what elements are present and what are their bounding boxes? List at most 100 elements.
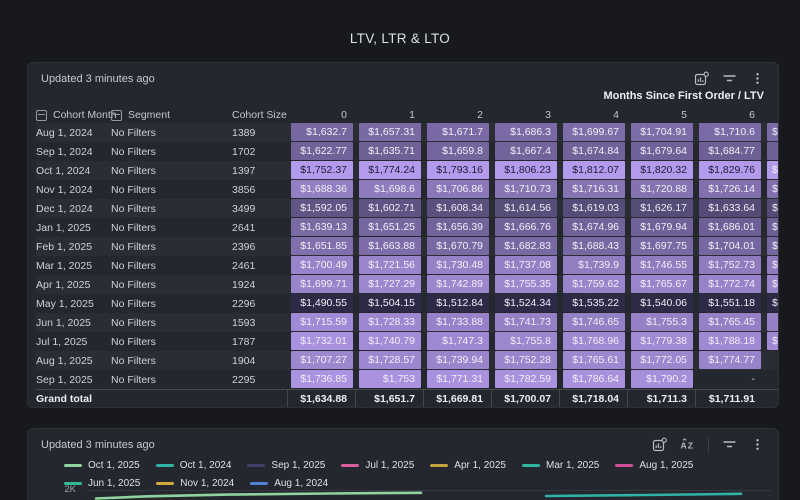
value-cell[interactable]: $1,592.05	[291, 199, 353, 217]
value-cell-clipped[interactable]: $	[767, 161, 779, 179]
value-cell[interactable]: $1,656.39	[427, 218, 489, 236]
value-cell[interactable]: $1,700.49	[291, 256, 353, 274]
value-cell[interactable]: $1,698.6	[359, 180, 421, 198]
value-cell[interactable]: $1,710.6	[699, 123, 761, 141]
value-cell[interactable]: $1,663.88	[359, 237, 421, 255]
value-cell[interactable]: $1,535.22	[563, 294, 625, 312]
value-cell-clipped[interactable]: $	[767, 256, 779, 274]
legend-item[interactable]: Oct 1, 2024	[156, 458, 232, 472]
value-cell[interactable]: $1,710.73	[495, 180, 557, 198]
value-cell[interactable]: $1,679.64	[631, 142, 693, 160]
value-cell[interactable]: $1,706.86	[427, 180, 489, 198]
value-cell[interactable]: $1,639.13	[291, 218, 353, 236]
value-cell-clipped[interactable]: $	[767, 332, 779, 350]
kebab-menu-icon[interactable]	[750, 71, 765, 86]
legend-item[interactable]: Sep 1, 2025	[247, 458, 325, 472]
legend-item[interactable]: Aug 1, 2024	[250, 476, 328, 490]
value-cell[interactable]: $1,633.64	[699, 199, 761, 217]
value-cell[interactable]: $1,774.77	[699, 351, 761, 369]
value-cell[interactable]: $1,619.03	[563, 199, 625, 217]
value-cell[interactable]: $1,755.35	[495, 275, 557, 293]
value-cell[interactable]: $1,752.28	[495, 351, 557, 369]
value-cell[interactable]: $1,686.3	[495, 123, 557, 141]
value-cell[interactable]: $1,733.88	[427, 313, 489, 331]
filter-icon[interactable]	[722, 71, 737, 86]
value-cell[interactable]: $1,490.55	[291, 294, 353, 312]
value-cell[interactable]: $1,752.73	[699, 256, 761, 274]
collapse-cohort-month-button[interactable]	[36, 110, 47, 121]
chart-icon[interactable]	[652, 437, 667, 452]
value-cell[interactable]: $1,707.27	[291, 351, 353, 369]
value-cell[interactable]: $1,752.37	[291, 161, 353, 179]
legend-item[interactable]: Jul 1, 2025	[341, 458, 414, 472]
value-cell[interactable]: $1,671.7	[427, 123, 489, 141]
value-cell[interactable]: $1,740.79	[359, 332, 421, 350]
chart-icon[interactable]	[694, 71, 709, 86]
legend-item[interactable]: Mar 1, 2025	[522, 458, 599, 472]
value-cell[interactable]: $1,829.76	[699, 161, 761, 179]
value-cell[interactable]: $1,768.96	[563, 332, 625, 350]
value-cell[interactable]: $1,730.48	[427, 256, 489, 274]
value-cell[interactable]: $1,746.65	[563, 313, 625, 331]
legend-item[interactable]: Aug 1, 2025	[615, 458, 693, 472]
value-cell[interactable]: $1,699.71	[291, 275, 353, 293]
value-cell[interactable]: $1,765.61	[563, 351, 625, 369]
value-cell[interactable]: $1,684.77	[699, 142, 761, 160]
legend-item[interactable]: Apr 1, 2025	[430, 458, 506, 472]
value-cell[interactable]: $1,716.31	[563, 180, 625, 198]
sort-az-icon[interactable]: A Z	[680, 437, 695, 452]
value-cell[interactable]: $1,782.59	[495, 370, 557, 388]
value-cell[interactable]: $1,632.7	[291, 123, 353, 141]
value-cell[interactable]: $1,667.4	[495, 142, 557, 160]
value-cell-clipped[interactable]: $	[767, 275, 779, 293]
value-cell[interactable]: $1,686.01	[699, 218, 761, 236]
value-cell[interactable]: $1,608.34	[427, 199, 489, 217]
value-cell-clipped[interactable]: $	[767, 180, 779, 198]
value-cell-clipped[interactable]	[767, 313, 779, 331]
value-cell[interactable]: $1,626.17	[631, 199, 693, 217]
value-cell[interactable]: $1,674.84	[563, 142, 625, 160]
value-cell[interactable]: $1,728.57	[359, 351, 421, 369]
value-cell[interactable]: $1,755.8	[495, 332, 557, 350]
value-cell[interactable]: $1,551.18	[699, 294, 761, 312]
value-cell[interactable]: $1,788.18	[699, 332, 761, 350]
value-cell[interactable]: $1,793.16	[427, 161, 489, 179]
value-cell[interactable]: $1,699.67	[563, 123, 625, 141]
value-cell[interactable]: $1,786.64	[563, 370, 625, 388]
value-cell[interactable]: $1,736.85	[291, 370, 353, 388]
value-cell[interactable]: $1,688.36	[291, 180, 353, 198]
value-cell[interactable]: $1,747.3	[427, 332, 489, 350]
collapse-segment-button[interactable]	[111, 110, 122, 121]
value-cell[interactable]: $1,765.67	[631, 275, 693, 293]
value-cell[interactable]: $1,728.33	[359, 313, 421, 331]
value-cell-clipped[interactable]: $	[767, 218, 779, 236]
legend-item[interactable]: Oct 1, 2025	[64, 458, 140, 472]
value-cell[interactable]: $1,765.45	[699, 313, 761, 331]
value-cell[interactable]: $1,651.25	[359, 218, 421, 236]
value-cell[interactable]: $1,772.05	[631, 351, 693, 369]
value-cell[interactable]: $1,742.89	[427, 275, 489, 293]
value-cell[interactable]: $1,726.14	[699, 180, 761, 198]
value-cell[interactable]: $1,704.01	[699, 237, 761, 255]
value-cell[interactable]: $1,779.38	[631, 332, 693, 350]
value-cell[interactable]: $1,732.01	[291, 332, 353, 350]
value-cell[interactable]: $1,759.62	[563, 275, 625, 293]
value-cell[interactable]: $1,540.06	[631, 294, 693, 312]
value-cell[interactable]: $1,741.73	[495, 313, 557, 331]
value-cell[interactable]: $1,674.96	[563, 218, 625, 236]
value-cell[interactable]: $1,771.31	[427, 370, 489, 388]
value-cell[interactable]: $1,657.31	[359, 123, 421, 141]
value-cell[interactable]: $1,715.59	[291, 313, 353, 331]
value-cell-clipped[interactable]: $	[767, 123, 779, 141]
value-cell[interactable]: $1,812.07	[563, 161, 625, 179]
value-cell[interactable]: $1,504.15	[359, 294, 421, 312]
filter-icon[interactable]	[722, 437, 737, 452]
value-cell[interactable]: $1,746.55	[631, 256, 693, 274]
value-cell[interactable]: $1,774.24	[359, 161, 421, 179]
value-cell[interactable]: $1,721.56	[359, 256, 421, 274]
value-cell[interactable]: $1,737.08	[495, 256, 557, 274]
value-cell[interactable]: $1,755.3	[631, 313, 693, 331]
value-cell[interactable]: $1,614.56	[495, 199, 557, 217]
value-cell[interactable]: $1,666.76	[495, 218, 557, 236]
value-cell[interactable]: $1,670.79	[427, 237, 489, 255]
